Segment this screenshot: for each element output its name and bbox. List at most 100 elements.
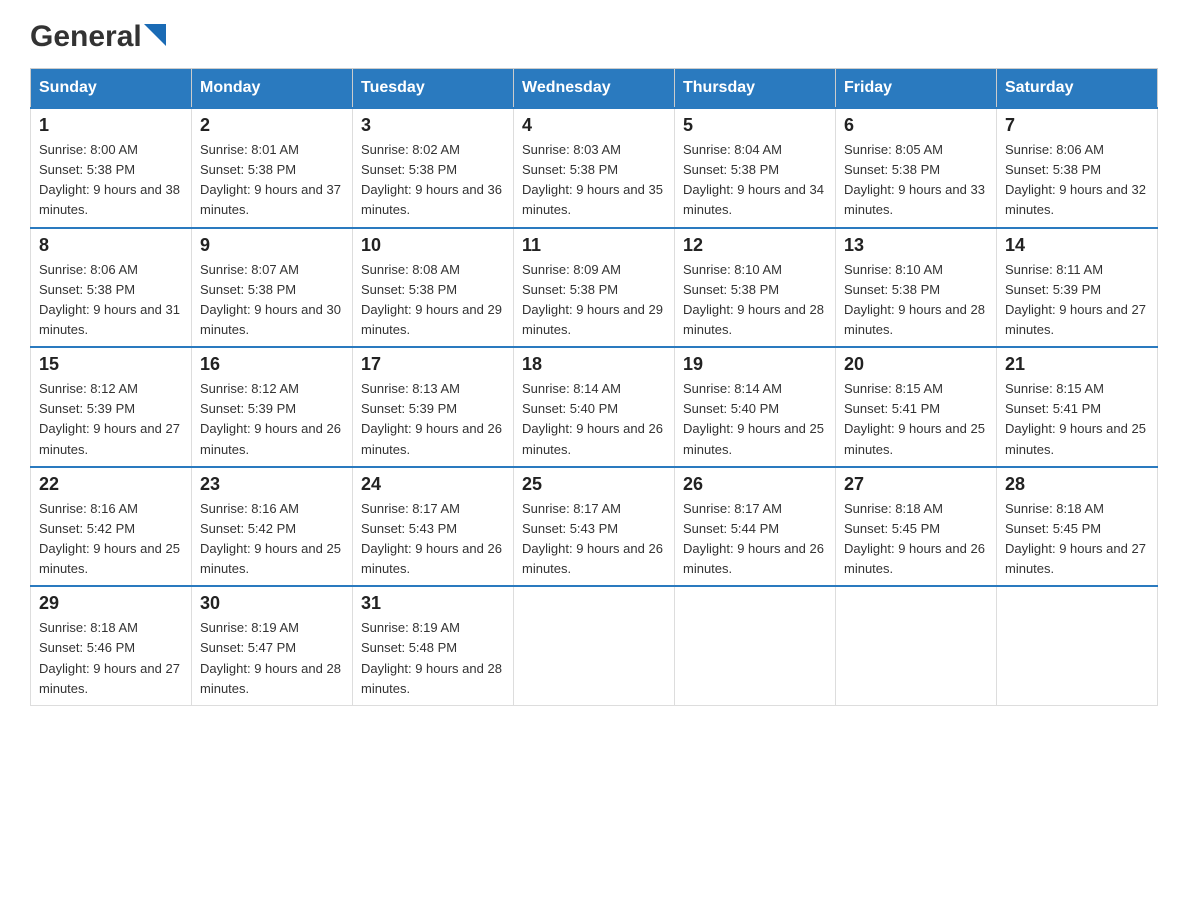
day-info: Sunrise: 8:16 AMSunset: 5:42 PMDaylight:… — [39, 499, 183, 580]
calendar-cell: 1 Sunrise: 8:00 AMSunset: 5:38 PMDaylight… — [31, 108, 192, 228]
calendar-cell: 30Sunrise: 8:19 AMSunset: 5:47 PMDayligh… — [192, 586, 353, 705]
calendar-cell: 19 Sunrise: 8:14 AMSunset: 5:40 PMDayligh… — [675, 347, 836, 467]
logo: General — [30, 20, 166, 48]
day-number: 28 — [1005, 474, 1149, 495]
day-info: Sunrise: 8:12 AMSunset: 5:39 PMDaylight:… — [200, 379, 344, 460]
calendar-cell: 4 Sunrise: 8:03 AMSunset: 5:38 PMDaylight… — [514, 108, 675, 228]
day-info: Sunrise: 8:10 AMSunset: 5:38 PMDaylight:… — [683, 260, 827, 341]
calendar-cell: 31 Sunrise: 8:19 AMSunset: 5:48 PMDayligh… — [353, 586, 514, 705]
calendar-cell: 12 Sunrise: 8:10 AMSunset: 5:38 PMDayligh… — [675, 228, 836, 348]
header-saturday: Saturday — [997, 69, 1158, 109]
day-info: Sunrise: 8:14 AMSunset: 5:40 PMDaylight:… — [522, 379, 666, 460]
header-tuesday: Tuesday — [353, 69, 514, 109]
header-friday: Friday — [836, 69, 997, 109]
calendar-cell — [675, 586, 836, 705]
calendar-cell: 5Sunrise: 8:04 AMSunset: 5:38 PMDaylight… — [675, 108, 836, 228]
day-info: Sunrise: 8:15 AMSunset: 5:41 PMDaylight:… — [844, 379, 988, 460]
calendar-cell: 28 Sunrise: 8:18 AMSunset: 5:45 PMDayligh… — [997, 467, 1158, 587]
header-monday: Monday — [192, 69, 353, 109]
week-row-4: 22 Sunrise: 8:16 AMSunset: 5:42 PMDayligh… — [31, 467, 1158, 587]
page-header: General — [30, 20, 1158, 48]
week-row-5: 29Sunrise: 8:18 AMSunset: 5:46 PMDayligh… — [31, 586, 1158, 705]
day-info: Sunrise: 8:07 AMSunset: 5:38 PMDaylight:… — [200, 260, 344, 341]
day-info: Sunrise: 8:16 AMSunset: 5:42 PMDaylight:… — [200, 499, 344, 580]
calendar-cell: 25 Sunrise: 8:17 AMSunset: 5:43 PMDayligh… — [514, 467, 675, 587]
calendar-cell: 29Sunrise: 8:18 AMSunset: 5:46 PMDayligh… — [31, 586, 192, 705]
header-wednesday: Wednesday — [514, 69, 675, 109]
calendar-cell: 15 Sunrise: 8:12 AMSunset: 5:39 PMDayligh… — [31, 347, 192, 467]
day-number: 8 — [39, 235, 183, 256]
day-number: 4 — [522, 115, 666, 136]
day-info: Sunrise: 8:17 AMSunset: 5:43 PMDaylight:… — [522, 499, 666, 580]
header-sunday: Sunday — [31, 69, 192, 109]
calendar-cell: 13 Sunrise: 8:10 AMSunset: 5:38 PMDayligh… — [836, 228, 997, 348]
day-number: 12 — [683, 235, 827, 256]
calendar-cell: 27Sunrise: 8:18 AMSunset: 5:45 PMDayligh… — [836, 467, 997, 587]
day-number: 1 — [39, 115, 183, 136]
day-number: 6 — [844, 115, 988, 136]
day-info: Sunrise: 8:19 AMSunset: 5:48 PMDaylight:… — [361, 618, 505, 699]
day-info: Sunrise: 8:06 AMSunset: 5:38 PMDaylight:… — [1005, 140, 1149, 221]
day-number: 13 — [844, 235, 988, 256]
week-row-3: 15 Sunrise: 8:12 AMSunset: 5:39 PMDayligh… — [31, 347, 1158, 467]
day-number: 30 — [200, 593, 344, 614]
calendar-cell: 16 Sunrise: 8:12 AMSunset: 5:39 PMDayligh… — [192, 347, 353, 467]
day-number: 26 — [683, 474, 827, 495]
calendar-cell: 3 Sunrise: 8:02 AMSunset: 5:38 PMDaylight… — [353, 108, 514, 228]
day-number: 16 — [200, 354, 344, 375]
day-number: 10 — [361, 235, 505, 256]
day-number: 2 — [200, 115, 344, 136]
day-info: Sunrise: 8:00 AMSunset: 5:38 PMDaylight:… — [39, 140, 183, 221]
day-number: 18 — [522, 354, 666, 375]
day-number: 20 — [844, 354, 988, 375]
calendar-cell: 14Sunrise: 8:11 AMSunset: 5:39 PMDayligh… — [997, 228, 1158, 348]
day-number: 23 — [200, 474, 344, 495]
day-number: 7 — [1005, 115, 1149, 136]
calendar-cell: 23 Sunrise: 8:16 AMSunset: 5:42 PMDayligh… — [192, 467, 353, 587]
day-info: Sunrise: 8:18 AMSunset: 5:45 PMDaylight:… — [844, 499, 988, 580]
calendar-cell: 17 Sunrise: 8:13 AMSunset: 5:39 PMDayligh… — [353, 347, 514, 467]
day-number: 19 — [683, 354, 827, 375]
day-info: Sunrise: 8:18 AMSunset: 5:45 PMDaylight:… — [1005, 499, 1149, 580]
day-info: Sunrise: 8:10 AMSunset: 5:38 PMDaylight:… — [844, 260, 988, 341]
day-info: Sunrise: 8:02 AMSunset: 5:38 PMDaylight:… — [361, 140, 505, 221]
calendar-cell: 9 Sunrise: 8:07 AMSunset: 5:38 PMDaylight… — [192, 228, 353, 348]
day-info: Sunrise: 8:06 AMSunset: 5:38 PMDaylight:… — [39, 260, 183, 341]
weekday-header-row: SundayMondayTuesdayWednesdayThursdayFrid… — [31, 69, 1158, 109]
day-info: Sunrise: 8:12 AMSunset: 5:39 PMDaylight:… — [39, 379, 183, 460]
calendar-cell — [997, 586, 1158, 705]
day-number: 17 — [361, 354, 505, 375]
calendar-cell — [514, 586, 675, 705]
day-info: Sunrise: 8:03 AMSunset: 5:38 PMDaylight:… — [522, 140, 666, 221]
logo-triangle-icon — [144, 24, 166, 46]
day-number: 24 — [361, 474, 505, 495]
day-number: 5 — [683, 115, 827, 136]
day-info: Sunrise: 8:13 AMSunset: 5:39 PMDaylight:… — [361, 379, 505, 460]
calendar-cell: 21Sunrise: 8:15 AMSunset: 5:41 PMDayligh… — [997, 347, 1158, 467]
day-number: 9 — [200, 235, 344, 256]
day-number: 15 — [39, 354, 183, 375]
day-info: Sunrise: 8:08 AMSunset: 5:38 PMDaylight:… — [361, 260, 505, 341]
calendar-cell: 6 Sunrise: 8:05 AMSunset: 5:38 PMDaylight… — [836, 108, 997, 228]
day-number: 31 — [361, 593, 505, 614]
day-number: 3 — [361, 115, 505, 136]
header-thursday: Thursday — [675, 69, 836, 109]
day-info: Sunrise: 8:01 AMSunset: 5:38 PMDaylight:… — [200, 140, 344, 221]
calendar-cell: 20 Sunrise: 8:15 AMSunset: 5:41 PMDayligh… — [836, 347, 997, 467]
calendar-cell: 10 Sunrise: 8:08 AMSunset: 5:38 PMDayligh… — [353, 228, 514, 348]
day-info: Sunrise: 8:18 AMSunset: 5:46 PMDaylight:… — [39, 618, 183, 699]
day-number: 11 — [522, 235, 666, 256]
day-number: 25 — [522, 474, 666, 495]
day-number: 21 — [1005, 354, 1149, 375]
day-info: Sunrise: 8:11 AMSunset: 5:39 PMDaylight:… — [1005, 260, 1149, 341]
calendar-cell: 18 Sunrise: 8:14 AMSunset: 5:40 PMDayligh… — [514, 347, 675, 467]
calendar-cell: 7 Sunrise: 8:06 AMSunset: 5:38 PMDaylight… — [997, 108, 1158, 228]
calendar-cell: 26Sunrise: 8:17 AMSunset: 5:44 PMDayligh… — [675, 467, 836, 587]
day-info: Sunrise: 8:05 AMSunset: 5:38 PMDaylight:… — [844, 140, 988, 221]
day-info: Sunrise: 8:14 AMSunset: 5:40 PMDaylight:… — [683, 379, 827, 460]
day-number: 22 — [39, 474, 183, 495]
calendar-cell — [836, 586, 997, 705]
day-info: Sunrise: 8:09 AMSunset: 5:38 PMDaylight:… — [522, 260, 666, 341]
week-row-2: 8 Sunrise: 8:06 AMSunset: 5:38 PMDaylight… — [31, 228, 1158, 348]
calendar-cell: 22 Sunrise: 8:16 AMSunset: 5:42 PMDayligh… — [31, 467, 192, 587]
